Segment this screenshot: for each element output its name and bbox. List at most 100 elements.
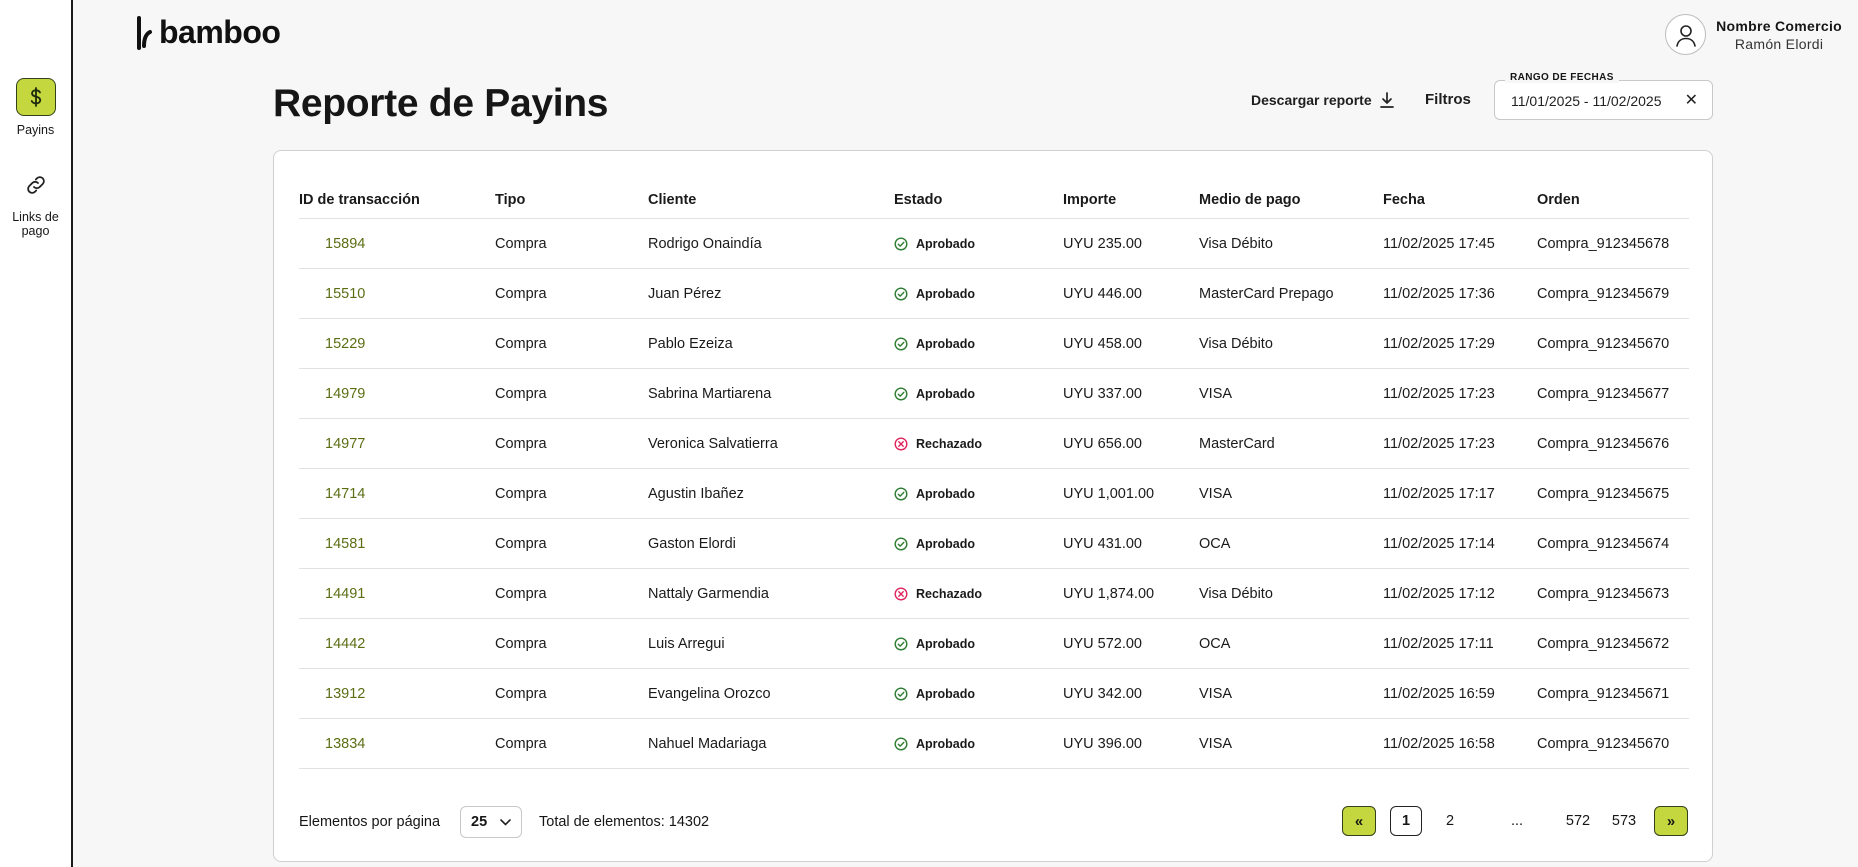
download-icon <box>1379 92 1394 108</box>
transaction-id-link[interactable]: 14979 <box>299 369 495 419</box>
cell-cliente: Sabrina Martiarena <box>648 369 894 419</box>
cell-cliente: Nattaly Garmendia <box>648 569 894 619</box>
table-row[interactable]: 15510 Compra Juan Pérez Aprobado UYU 446.00 M… <box>299 269 1689 319</box>
cell-tipo: Compra <box>495 369 648 419</box>
cell-fecha: 11/02/2025 16:58 <box>1383 719 1537 769</box>
transaction-id-link[interactable]: 14714 <box>299 469 495 519</box>
cell-importe: UYU 396.00 <box>1063 719 1199 769</box>
filters-button[interactable]: Filtros <box>1425 91 1471 108</box>
sidebar-item-payins[interactable]: Payins <box>0 78 71 137</box>
cell-estado: Aprobado <box>894 669 1063 719</box>
link-icon <box>16 166 56 204</box>
status-label: Rechazado <box>916 586 982 601</box>
cell-estado: Aprobado <box>894 369 1063 419</box>
status-badge: Aprobado <box>894 687 1063 701</box>
cell-orden: Compra_912345674 <box>1537 519 1689 569</box>
cell-fecha: 11/02/2025 17:12 <box>1383 569 1537 619</box>
table-row[interactable]: 14442 Compra Luis Arregui Aprobado UYU 572.0… <box>299 619 1689 669</box>
cell-medio-de-pago: OCA <box>1199 619 1383 669</box>
status-label: Aprobado <box>916 286 976 301</box>
cell-importe: UYU 446.00 <box>1063 269 1199 319</box>
cell-tipo: Compra <box>495 269 648 319</box>
cell-estado: Aprobado <box>894 619 1063 669</box>
user-menu[interactable]: Nombre Comercio Ramón Elordi <box>1665 14 1842 55</box>
cell-cliente: Rodrigo Onaindía <box>648 219 894 269</box>
column-header-estado: Estado <box>894 181 1063 219</box>
cell-orden: Compra_912345679 <box>1537 269 1689 319</box>
status-badge: Rechazado <box>894 437 1063 451</box>
cell-cliente: Gaston Elordi <box>648 519 894 569</box>
transaction-id-link[interactable]: 14491 <box>299 569 495 619</box>
table-row[interactable]: 14581 Compra Gaston Elordi Aprobado UYU 431.… <box>299 519 1689 569</box>
table-row[interactable]: 14714 Compra Agustin Ibañez Aprobado UYU 1,0… <box>299 469 1689 519</box>
transaction-id-link[interactable]: 14442 <box>299 619 495 669</box>
status-badge: Aprobado <box>894 337 1063 351</box>
cell-orden: Compra_912345670 <box>1537 319 1689 369</box>
cell-fecha: 11/02/2025 17:23 <box>1383 419 1537 469</box>
cell-tipo: Compra <box>495 519 648 569</box>
check-circle-icon <box>894 486 908 501</box>
status-badge: Aprobado <box>894 537 1063 551</box>
table-row[interactable]: 13912 Compra Evangelina Orozco Aprobado UYU … <box>299 669 1689 719</box>
cell-medio-de-pago: Visa Débito <box>1199 569 1383 619</box>
page-button-1[interactable]: 1 <box>1390 806 1422 836</box>
check-circle-icon <box>894 236 908 251</box>
table-row[interactable]: 15894 Compra Rodrigo Onaindía Aprobado UYU 2… <box>299 219 1689 269</box>
last-page-button[interactable]: » <box>1654 806 1688 836</box>
transaction-id-link[interactable]: 14581 <box>299 519 495 569</box>
logo-text: bamboo <box>159 14 281 50</box>
transaction-id-link[interactable]: 13912 <box>299 669 495 719</box>
cell-importe: UYU 572.00 <box>1063 619 1199 669</box>
cell-medio-de-pago: MasterCard Prepago <box>1199 269 1383 319</box>
cell-cliente: Pablo Ezeiza <box>648 319 894 369</box>
cell-fecha: 11/02/2025 17:14 <box>1383 519 1537 569</box>
table-header-row: ID de transacción Tipo Cliente Estado Import… <box>299 181 1689 219</box>
date-range-field[interactable]: RANGO DE FECHAS 11/01/2025 - 11/02/2025 … <box>1494 72 1713 120</box>
bamboo-logo[interactable]: bamboo <box>135 14 281 51</box>
status-label: Aprobado <box>916 736 976 751</box>
check-circle-icon <box>894 536 908 551</box>
transaction-id-link[interactable]: 15510 <box>299 269 495 319</box>
sidebar-item-links-de-pago[interactable]: Links de pago <box>0 166 71 238</box>
page-title: Reporte de Payins <box>273 82 609 125</box>
merchant-name: Nombre Comercio <box>1716 17 1842 34</box>
page-ellipsis: ... <box>1510 813 1524 829</box>
status-badge: Aprobado <box>894 287 1063 301</box>
transaction-id-link[interactable]: 15229 <box>299 319 495 369</box>
cell-medio-de-pago: VISA <box>1199 469 1383 519</box>
page-button-572[interactable]: 572 <box>1562 806 1594 836</box>
check-circle-icon <box>894 386 908 401</box>
cell-fecha: 11/02/2025 17:45 <box>1383 219 1537 269</box>
bamboo-logo-icon <box>137 15 152 50</box>
cell-orden: Compra_912345676 <box>1537 419 1689 469</box>
table-row[interactable]: 13834 Compra Nahuel Madariaga Aprobado UYU 3… <box>299 719 1689 769</box>
check-circle-icon <box>894 336 908 351</box>
cell-fecha: 11/02/2025 16:59 <box>1383 669 1537 719</box>
page-button-573[interactable]: 573 <box>1608 806 1640 836</box>
first-page-button[interactable]: « <box>1342 806 1376 836</box>
status-label: Aprobado <box>916 636 976 651</box>
transaction-id-link[interactable]: 15894 <box>299 219 495 269</box>
per-page-select[interactable]: 25 <box>460 806 522 838</box>
cell-estado: Aprobado <box>894 719 1063 769</box>
clear-date-icon[interactable]: ✕ <box>1685 90 1698 110</box>
cell-tipo: Compra <box>495 619 648 669</box>
cell-medio-de-pago: VISA <box>1199 369 1383 419</box>
check-circle-icon <box>894 286 908 301</box>
table-row[interactable]: 14977 Compra Veronica Salvatierra Rechazado… <box>299 419 1689 469</box>
download-report-button[interactable]: Descargar reporte <box>1251 92 1394 108</box>
table-row[interactable]: 15229 Compra Pablo Ezeiza Aprobado UYU 458.0… <box>299 319 1689 369</box>
page-button-2[interactable]: 2 <box>1434 806 1466 836</box>
cell-estado: Aprobado <box>894 319 1063 369</box>
cell-tipo: Compra <box>495 319 648 369</box>
table-row[interactable]: 14491 Compra Nattaly Garmendia Rechazado UYU… <box>299 569 1689 619</box>
transaction-id-link[interactable]: 14977 <box>299 419 495 469</box>
chevron-down-icon <box>500 818 511 826</box>
transaction-id-link[interactable]: 13834 <box>299 719 495 769</box>
table-row[interactable]: 14979 Compra Sabrina Martiarena Aprobado UYU… <box>299 369 1689 419</box>
status-label: Aprobado <box>916 486 976 501</box>
sidebar-item-label: Payins <box>16 123 55 137</box>
cell-cliente: Veronica Salvatierra <box>648 419 894 469</box>
column-header-cliente: Cliente <box>648 181 894 219</box>
user-icon <box>1665 14 1707 55</box>
